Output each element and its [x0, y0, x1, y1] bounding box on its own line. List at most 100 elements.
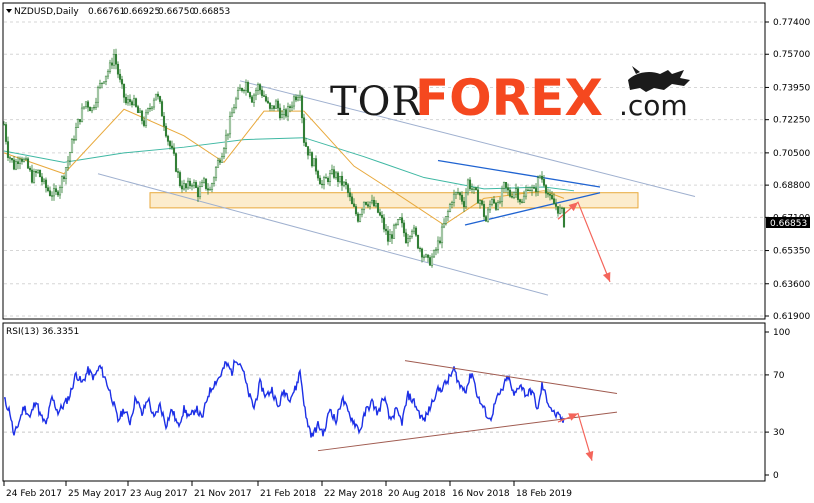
rsi-panel: 100 70 30 0 RSI(13) 36.3351	[2, 322, 790, 482]
candle-body	[20, 158, 24, 162]
price-tick-label: 0.72250	[773, 116, 810, 126]
time-tick-label: 23 Aug 2017	[130, 489, 188, 499]
time-tick-label: 20 Aug 2018	[388, 489, 446, 499]
candle-body	[270, 105, 274, 109]
candle-body	[122, 83, 126, 98]
candle-body	[310, 152, 314, 167]
candle-body	[422, 256, 426, 258]
candle-body	[466, 179, 470, 194]
candle-body	[176, 171, 180, 173]
candle-body	[286, 106, 290, 117]
candle-body	[288, 106, 292, 108]
candle-body	[452, 193, 456, 203]
candle-body	[218, 160, 222, 163]
candle-body	[294, 96, 298, 101]
candle-body	[462, 201, 466, 208]
candle-body	[38, 169, 42, 178]
candle-body	[546, 192, 550, 195]
candle-body	[276, 100, 280, 109]
candle-body	[212, 177, 216, 184]
candle-body	[174, 153, 178, 172]
candle-body	[292, 96, 296, 107]
candle-body	[150, 106, 154, 109]
candle-body	[384, 228, 388, 232]
candle-body	[148, 108, 152, 110]
candle-body	[296, 97, 300, 101]
candle-body	[208, 189, 212, 191]
candle-body	[426, 254, 430, 258]
logo-forex: FOREX	[415, 69, 603, 127]
candle-body	[498, 200, 502, 203]
candle-body	[460, 194, 464, 202]
candle-body	[104, 75, 108, 83]
candle-body	[486, 209, 490, 222]
candle-body	[52, 188, 56, 197]
candle-body	[488, 203, 492, 211]
candle-body	[224, 134, 228, 149]
candle-body	[144, 112, 148, 126]
candle-body	[364, 201, 368, 205]
time-tick-label: 25 May 2017	[68, 489, 127, 499]
candle-body	[558, 207, 562, 214]
price-tick-label: 0.73950	[773, 83, 810, 93]
candle-body	[70, 139, 74, 153]
candle-body	[274, 100, 278, 109]
candle-body	[368, 201, 372, 207]
candle-body	[346, 184, 350, 193]
logo-dotcom: .com	[619, 89, 688, 122]
candle-body	[140, 110, 144, 121]
time-tick-label: 21 Feb 2018	[260, 489, 316, 499]
candle-body	[158, 96, 162, 102]
candle-body	[472, 187, 476, 190]
candle-body	[434, 249, 438, 251]
candle-body	[528, 190, 532, 192]
candle-body	[290, 105, 294, 108]
candle-body	[72, 139, 76, 141]
current-price-tag: 0.66853	[770, 219, 807, 229]
candle-body	[550, 195, 554, 199]
candle-body	[236, 89, 240, 100]
candle-body	[246, 82, 250, 93]
candle-body	[328, 173, 332, 182]
candle-body	[142, 120, 146, 126]
candle-body	[232, 107, 236, 114]
candle-body	[526, 189, 530, 191]
rsi-header: RSI(13) 36.3351	[6, 327, 79, 337]
candle-body	[230, 112, 234, 117]
chart-svg: 0.77400 0.75700 0.73950 0.72250 0.70500 0.688…	[2, 2, 810, 499]
candle-body	[450, 202, 454, 205]
candle-body	[242, 90, 246, 92]
candle-body	[348, 192, 352, 198]
candle-body	[54, 188, 58, 193]
candle-body	[112, 54, 116, 66]
candle-body	[508, 189, 512, 197]
candle-body	[244, 82, 248, 91]
ohlc-close: 0.66853	[193, 7, 230, 17]
candle-body	[202, 178, 206, 183]
candle-body	[430, 256, 434, 266]
candle-body	[10, 158, 14, 161]
ohlc-high: 0.66925	[123, 7, 160, 17]
candle-body	[318, 177, 322, 185]
candle-body	[516, 188, 520, 200]
candle-body	[156, 93, 160, 97]
candle-body	[468, 179, 472, 190]
candle-body	[90, 107, 94, 112]
candle-body	[456, 192, 460, 194]
candle-body	[308, 152, 312, 156]
candle-body	[192, 182, 196, 186]
rsi-tick-label: 70	[773, 371, 785, 381]
candle-body	[388, 234, 392, 242]
candle-body	[94, 101, 98, 108]
time-tick-label: 18 Feb 2019	[516, 489, 572, 499]
candle-body	[222, 148, 226, 157]
time-axis: 24 Feb 2017 25 May 2017 23 Aug 2017 21 Nov …	[3, 481, 572, 499]
candle-body	[40, 176, 44, 182]
candle-body	[32, 171, 36, 183]
candle-body	[440, 226, 444, 244]
candle-body	[250, 96, 254, 103]
rsi-y-axis: 100 70 30 0	[765, 328, 790, 481]
candle-body	[506, 187, 510, 191]
candle-body	[534, 188, 538, 192]
candle-body	[484, 216, 488, 222]
